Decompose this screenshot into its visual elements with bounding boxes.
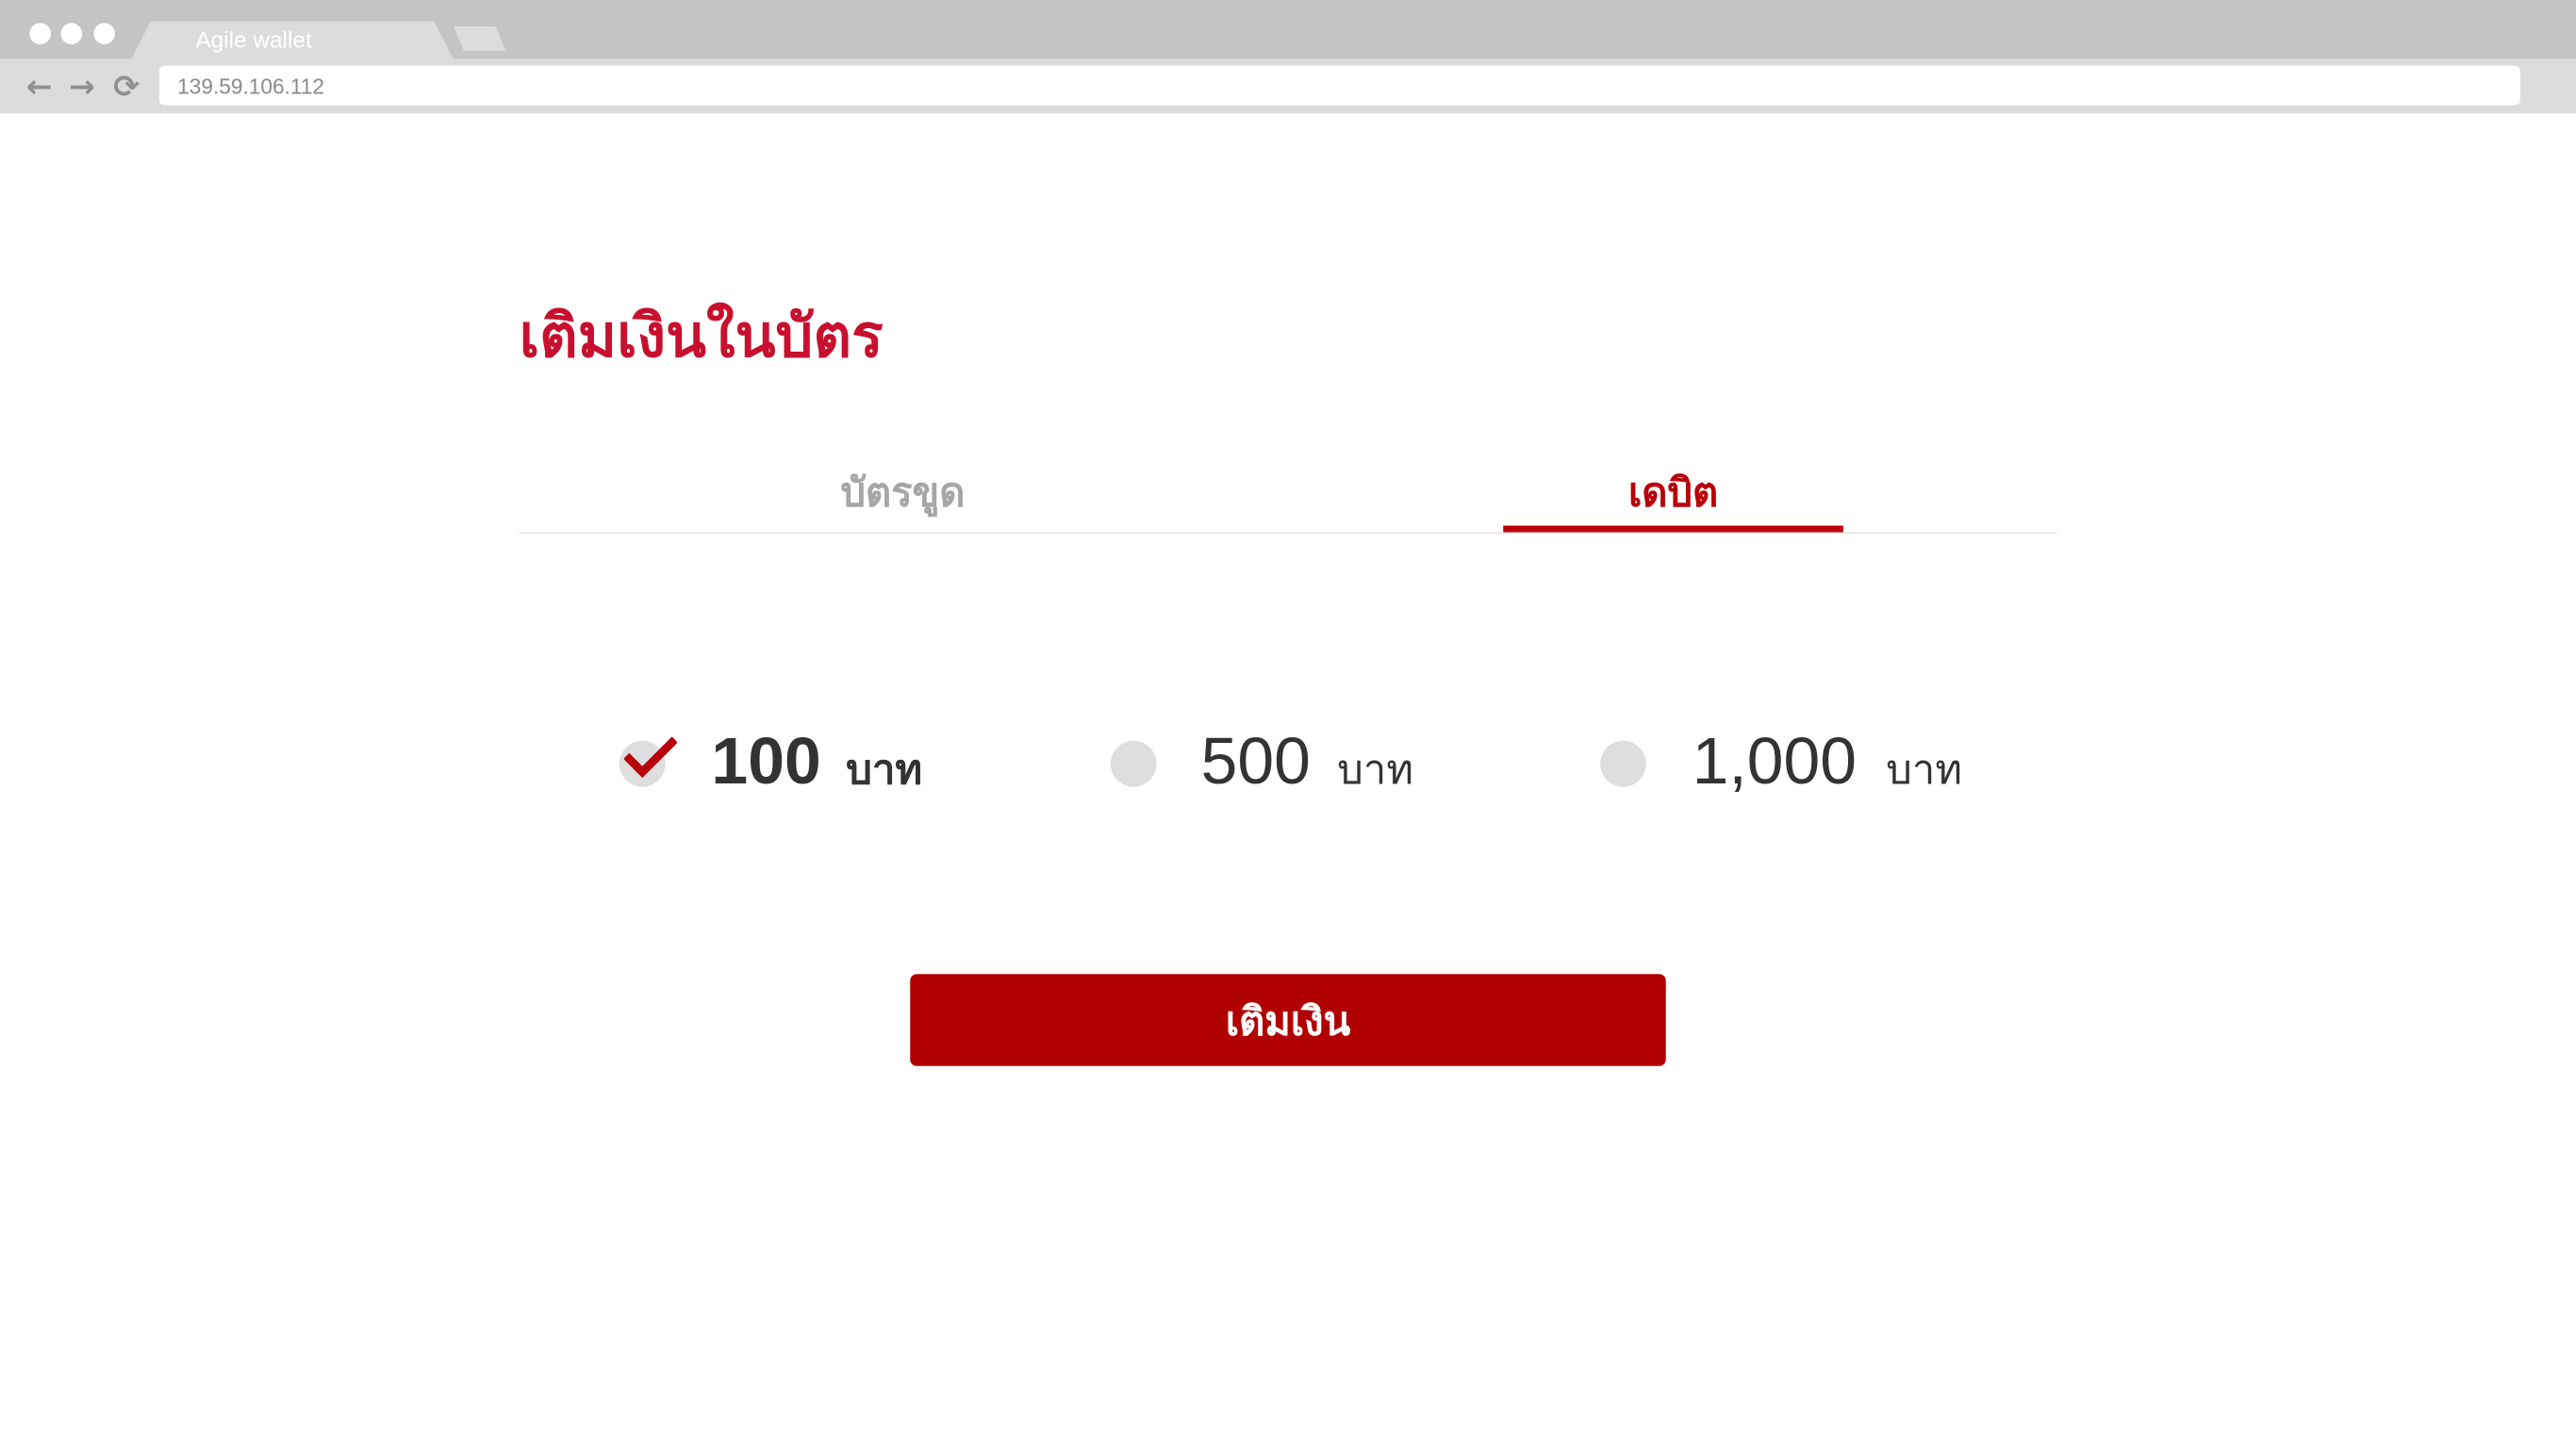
topup-button[interactable]: เติมเงิน — [910, 974, 1666, 1066]
tab-debit[interactable]: เดบิต — [1503, 460, 1843, 524]
window-minimize-dot[interactable] — [60, 23, 83, 45]
amount-1000-unit: บาท — [1886, 746, 1963, 794]
amount-500-radio[interactable] — [1110, 740, 1157, 787]
browser-window: Agile wallet ← → ⟳ 139.59.106.112 เติมเง… — [0, 0, 2576, 1449]
browser-tab-title: Agile wallet — [195, 25, 312, 53]
active-tab-indicator — [1503, 525, 1843, 533]
tab-scratch-card[interactable]: บัตรขูด — [733, 460, 1073, 524]
amount-100-radio[interactable] — [619, 736, 677, 787]
tab-divider — [519, 532, 2057, 535]
reload-icon[interactable]: ⟳ — [113, 69, 140, 105]
forward-arrow-icon[interactable]: → — [69, 69, 95, 105]
address-url: 139.59.106.112 — [177, 74, 324, 99]
checkmark-icon — [624, 736, 677, 779]
window-close-dot[interactable] — [29, 23, 52, 45]
back-arrow-icon[interactable]: ← — [26, 69, 53, 105]
amount-500-unit: บาท — [1337, 746, 1414, 794]
window-maximize-dot[interactable] — [93, 23, 115, 45]
amount-100-value[interactable]: 100 — [711, 719, 820, 805]
amount-100-unit: บาท — [846, 746, 923, 794]
amount-1000-value[interactable]: 1,000 — [1693, 719, 1857, 805]
amount-1000-radio[interactable] — [1600, 740, 1646, 787]
page-title: เติมเงินในบัตร — [519, 304, 883, 371]
amount-500-value[interactable]: 500 — [1201, 719, 1311, 805]
address-bar[interactable]: 139.59.106.112 — [159, 65, 2520, 106]
